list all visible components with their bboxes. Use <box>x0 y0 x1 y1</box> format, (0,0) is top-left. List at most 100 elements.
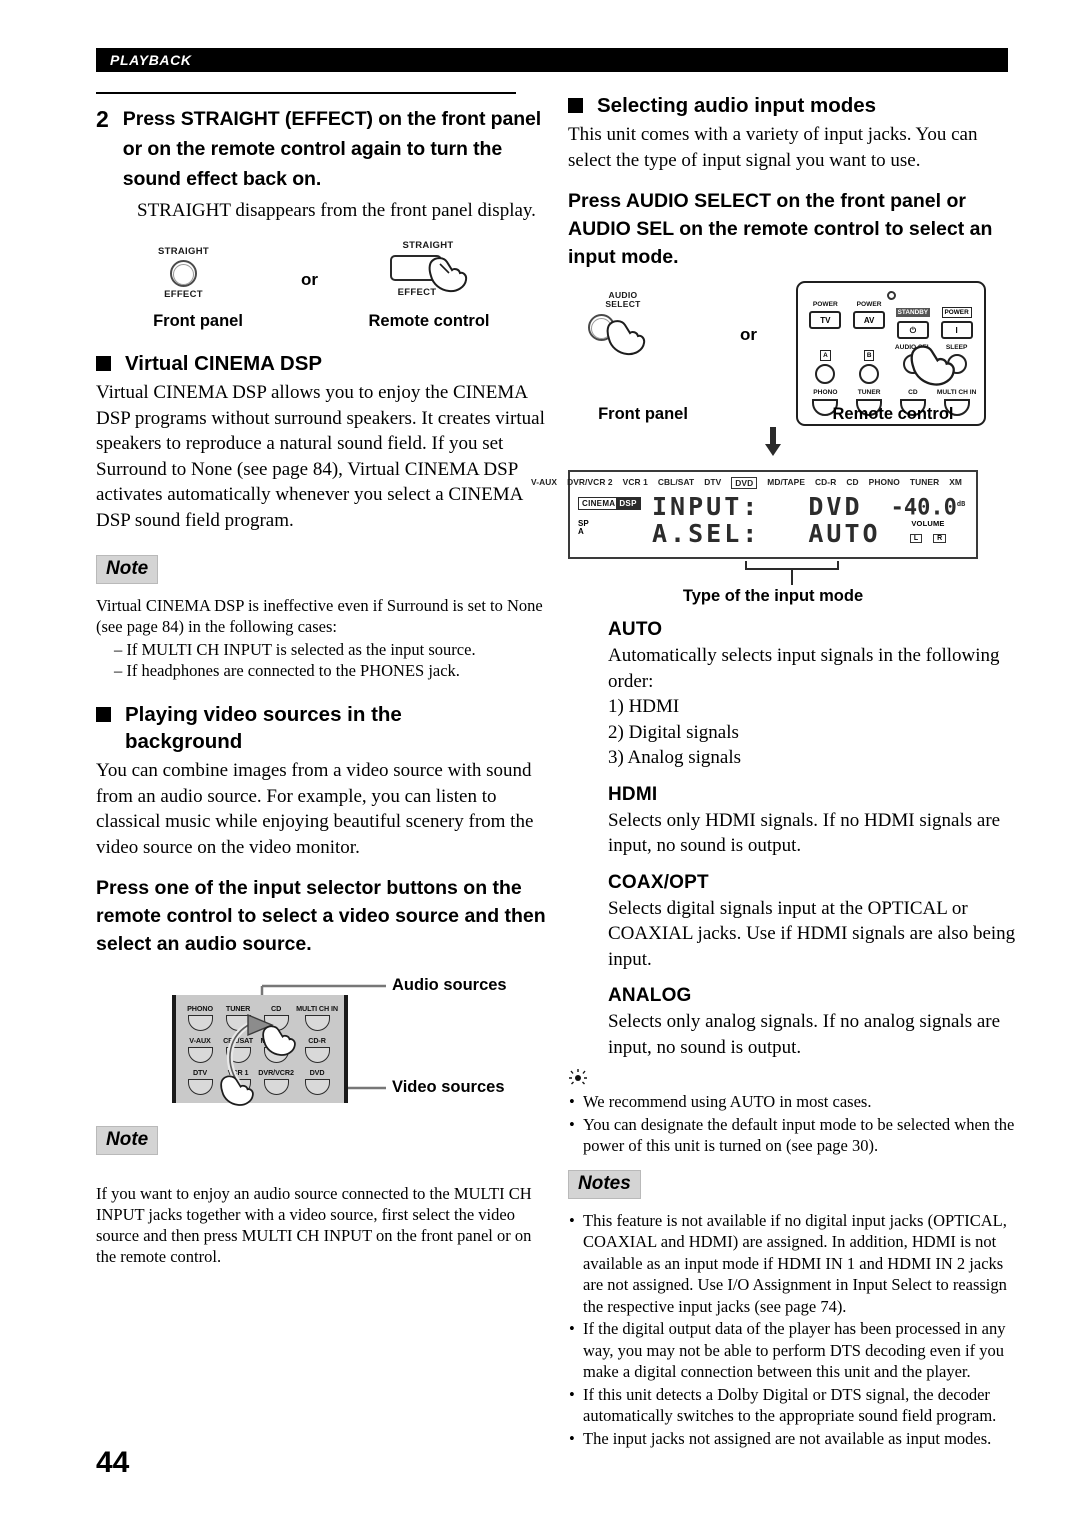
callout-video-sources: Video sources <box>392 1078 505 1096</box>
source-indicator-cd-r: CD-R <box>815 477 837 487</box>
front-straight-top-label: STRAIGHT <box>158 246 209 257</box>
remote-label: PHONO <box>813 389 838 396</box>
mode-heading-auto: AUTO <box>608 619 663 640</box>
mode-desc-auto: Automatically selects input signals in t… <box>608 645 1000 692</box>
note-badge-1: Note <box>96 555 159 584</box>
source-indicator-cbl-sat: CBL/SAT <box>657 477 695 487</box>
playing-video-instruction: Press one of the input selector buttons … <box>96 877 546 955</box>
remote-button-tv-power[interactable]: POWER TV <box>805 301 846 339</box>
right-column: Selecting audio input modes This unit co… <box>531 92 1020 1450</box>
mode-desc-analog: Selects only analog signals. If no analo… <box>608 1011 1001 1058</box>
source-indicator-md-tape: MD/TAPE <box>767 477 806 487</box>
tips-list: We recommend using AUTO in most cases. Y… <box>568 1091 1020 1157</box>
mode-heading-hdmi: HDMI <box>608 783 658 805</box>
selector-button-phono[interactable]: PHONO <box>182 1002 218 1032</box>
mode-desc-hdmi: Selects only HDMI signals. If no HDMI si… <box>608 809 1001 857</box>
remote-straight-group: STRAIGHT EFFECT <box>386 240 470 298</box>
bullet-square-icon <box>568 98 583 113</box>
caption-front-panel-right: Front panel <box>598 405 688 423</box>
manual-page: PLAYBACK 2 Press STRAIGHT (EFFECT) on th… <box>0 0 1080 1526</box>
selector-button-cbl-sat[interactable]: CBL/SAT <box>220 1034 256 1064</box>
volume-value: -40.0 <box>890 495 957 521</box>
front-panel-display: V-AUX DVR/VCR 2 VCR 1 CBL/SAT DTV DVD MD… <box>531 470 978 559</box>
selecting-body: This unit comes with a variety of input … <box>568 124 978 171</box>
dsp-label: DSP <box>616 498 640 509</box>
mode-auto-item-1: 1) HDMI <box>608 696 680 717</box>
page-number: 44 <box>96 1446 130 1479</box>
tip-item: We recommend using AUTO in most cases. <box>568 1091 1020 1113</box>
selector-label: DTV <box>192 1068 208 1077</box>
figure-straight-effect: STRAIGHT EFFECT or STRAIGHT EFFECT Front… <box>96 240 548 336</box>
selector-label: DVR/VCR2 <box>258 1068 294 1077</box>
button-shape <box>187 1079 213 1095</box>
note-1-item: – If headphones are connected to the PHO… <box>114 661 460 680</box>
step-subtext: STRAIGHT disappears from the front panel… <box>137 200 536 221</box>
button-shape <box>815 364 836 384</box>
button-shape <box>187 1015 213 1031</box>
selector-label: PHONO <box>187 1004 213 1013</box>
tip-icon <box>568 1068 1020 1088</box>
virtual-cinema-body: Virtual CINEMA DSP allows you to enjoy t… <box>96 382 545 531</box>
note-2-body: If you want to enjoy an audio source con… <box>96 1183 532 1266</box>
heading-virtual-cinema-dsp-label: Virtual CINEMA DSP <box>125 352 323 375</box>
selector-button-multi-ch-in[interactable]: MULTI CH IN <box>296 1002 338 1032</box>
source-indicator-dtv: DTV <box>704 477 722 487</box>
selector-button-cd-r[interactable]: CD-R <box>296 1034 338 1064</box>
button-shape <box>225 1015 251 1031</box>
remote-button-av-power[interactable]: POWER AV <box>849 301 890 339</box>
power-symbol-icon: ⏻ <box>909 326 917 335</box>
heading-virtual-cinema-dsp: Virtual CINEMA DSP <box>96 350 548 377</box>
selector-label: CBL/SAT <box>223 1036 253 1045</box>
source-indicator-tuner: TUNER <box>909 477 940 487</box>
selector-label: MULTI CH IN <box>296 1004 338 1013</box>
hand-pointer-icon <box>906 343 962 389</box>
mode-heading-coax-opt: COAX/OPT <box>608 871 709 893</box>
selector-button-dvd[interactable]: DVD <box>296 1066 338 1096</box>
display-caption: Type of the input mode <box>682 587 864 605</box>
remote-button-power-on[interactable]: POWER I <box>936 301 977 339</box>
section-header-label: PLAYBACK <box>110 52 192 68</box>
tip-item: You can designate the default input mode… <box>568 1114 1020 1157</box>
button-shape: I <box>940 321 973 339</box>
cinema-dsp-badge: CINEMA DSP <box>578 497 641 510</box>
volume-value-row: -40.0dB <box>888 493 968 519</box>
selector-button-v-aux[interactable]: V-AUX <box>182 1034 218 1064</box>
step-title: Press STRAIGHT (EFFECT) on the front pan… <box>122 108 542 190</box>
selector-button-dvr-vcr2[interactable]: DVR/VCR2 <box>258 1066 294 1096</box>
remote-row-power: POWER TV POWER AV STANDBY ⏻ POWER I <box>805 301 977 339</box>
button-shape <box>187 1047 213 1063</box>
selector-label: V-AUX <box>189 1036 211 1045</box>
selecting-instruction: Press AUDIO SELECT on the front panel or… <box>568 190 993 268</box>
volume-indicator: -40.0dB VOLUME L R <box>888 493 968 544</box>
heading-playing-video-label: Playing video sources in the background <box>125 703 402 753</box>
callout-audio-sources: Audio sources <box>392 976 507 994</box>
display-left-indicators: CINEMA DSP SP A <box>578 493 652 536</box>
heading-selecting-label: Selecting audio input modes <box>597 94 877 117</box>
caption-front-panel-left: Front panel <box>153 312 243 330</box>
button-shape: ⏻ <box>896 321 929 339</box>
note-1-body: Virtual CINEMA DSP is ineffective even i… <box>96 596 543 636</box>
speaker-indicator: SP A <box>578 520 652 536</box>
source-indicator-vcr-1: VCR 1 <box>622 477 648 487</box>
display-line-1-value: DVD <box>808 492 863 521</box>
remote-label-boxed: POWER <box>941 307 972 318</box>
straight-effect-knob[interactable] <box>169 260 197 287</box>
remote-button-b[interactable]: B <box>849 344 890 384</box>
selector-button-tuner[interactable]: TUNER <box>220 1002 256 1032</box>
remote-label-boxed: B <box>863 350 875 361</box>
hand-pointer-icon <box>218 1073 258 1109</box>
button-shape: AV <box>853 311 886 329</box>
remote-button-standby[interactable]: STANDBY ⏻ <box>893 301 934 339</box>
bullet-square-icon <box>96 356 111 371</box>
remote-led-indicator <box>805 291 977 300</box>
button-shape: TV <box>809 311 842 329</box>
led-circle-icon <box>886 291 896 300</box>
mode-desc-coax-opt: Selects digital signals input at the OPT… <box>608 897 1016 970</box>
selector-label: DVD <box>309 1068 325 1077</box>
display-line-2: A.SEL: AUTO <box>652 520 888 547</box>
remote-button-a[interactable]: A <box>805 344 846 384</box>
remote-label-boxed: A <box>820 350 831 361</box>
display-line-2-label: A.SEL: <box>652 519 761 548</box>
selector-button-dtv[interactable]: DTV <box>182 1066 218 1096</box>
button-shape <box>859 364 880 384</box>
